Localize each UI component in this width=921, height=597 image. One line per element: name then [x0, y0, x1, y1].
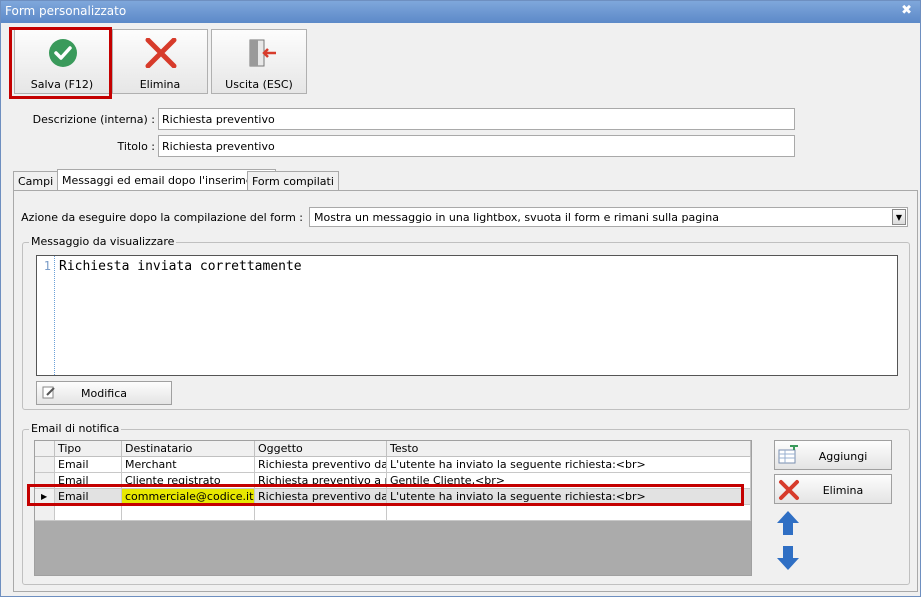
notifications-group: Email di notifica Tipo Destinatario Ogge…	[22, 422, 910, 585]
column-header-destinatario[interactable]: Destinatario	[122, 441, 255, 457]
row-header	[35, 505, 55, 521]
tab-messaggi[interactable]: Messaggi ed email dopo l'inserimento	[57, 169, 276, 191]
notifications-group-title: Email di notifica	[29, 422, 122, 435]
form-window: Form personalizzato ✖ Salva (F12) Elimin…	[0, 0, 921, 597]
tab-campi[interactable]: Campi	[13, 171, 59, 190]
table-row[interactable]: Email Merchant Richiesta preventivo da..…	[35, 457, 751, 473]
title-bar: Form personalizzato ✖	[1, 1, 920, 23]
modifica-button[interactable]: Modifica	[36, 381, 172, 405]
elimina-row-label: Elimina	[822, 484, 864, 497]
table-row-new[interactable]	[35, 505, 751, 521]
window-title: Form personalizzato	[5, 4, 127, 18]
column-header-testo[interactable]: Testo	[387, 441, 751, 457]
titolo-label: Titolo :	[117, 140, 155, 153]
aggiungi-button[interactable]: Aggiungi	[774, 440, 892, 470]
annotation-frame-save	[9, 27, 112, 99]
elimina-row-button[interactable]: Elimina	[774, 474, 892, 504]
action-label: Azione da eseguire dopo la compilazione …	[21, 211, 303, 224]
action-select[interactable]: Mostra un messaggio in una lightbox, svu…	[309, 207, 908, 227]
line-number: 1	[37, 256, 55, 375]
move-down-button[interactable]	[774, 543, 802, 573]
tab-panel: Azione da eseguire dopo la compilazione …	[13, 190, 918, 592]
x-icon	[113, 37, 207, 69]
cell-empty	[255, 505, 387, 521]
cell-tipo: Email	[55, 457, 122, 473]
move-up-button[interactable]	[774, 508, 802, 538]
cell-empty	[122, 505, 255, 521]
descrizione-field[interactable]: Richiesta preventivo	[158, 108, 795, 130]
message-text: Richiesta inviata correttamente	[59, 259, 302, 274]
column-header-oggetto[interactable]: Oggetto	[255, 441, 387, 457]
aggiungi-label: Aggiungi	[818, 450, 868, 463]
arrow-down-icon	[777, 546, 799, 570]
message-group-title: Messaggio da visualizzare	[29, 235, 177, 248]
delete-label: Elimina	[139, 78, 181, 91]
chevron-down-icon[interactable]: ▼	[892, 209, 906, 225]
cell-destinatario: Merchant	[122, 457, 255, 473]
exit-button[interactable]: Uscita (ESC)	[211, 29, 307, 94]
cell-empty	[387, 505, 751, 521]
table-header: Tipo Destinatario Oggetto Testo	[35, 441, 751, 457]
message-group: Messaggio da visualizzare 1 Richiesta in…	[22, 235, 910, 410]
tab-form-compilati[interactable]: Form compilati	[247, 171, 339, 190]
message-editor[interactable]: 1 Richiesta inviata correttamente	[36, 255, 898, 376]
titolo-field[interactable]: Richiesta preventivo	[158, 135, 795, 157]
row-header	[35, 457, 55, 473]
row-header-corner	[35, 441, 55, 457]
annotation-frame-row	[27, 484, 744, 506]
descrizione-label: Descrizione (interna) :	[32, 113, 155, 126]
cell-testo: L'utente ha inviato la seguente richiest…	[387, 457, 751, 473]
close-icon[interactable]: ✖	[901, 3, 912, 18]
delete-button[interactable]: Elimina	[112, 29, 208, 94]
arrow-up-icon	[777, 511, 799, 535]
modifica-label: Modifica	[81, 387, 127, 400]
notifications-table: Tipo Destinatario Oggetto Testo Email Me…	[34, 440, 752, 576]
column-header-tipo[interactable]: Tipo	[55, 441, 122, 457]
action-select-value: Mostra un messaggio in una lightbox, svu…	[314, 211, 719, 224]
cell-oggetto: Richiesta preventivo da...	[255, 457, 387, 473]
cell-empty	[55, 505, 122, 521]
exit-label: Uscita (ESC)	[225, 78, 293, 91]
exit-door-icon	[212, 38, 306, 68]
